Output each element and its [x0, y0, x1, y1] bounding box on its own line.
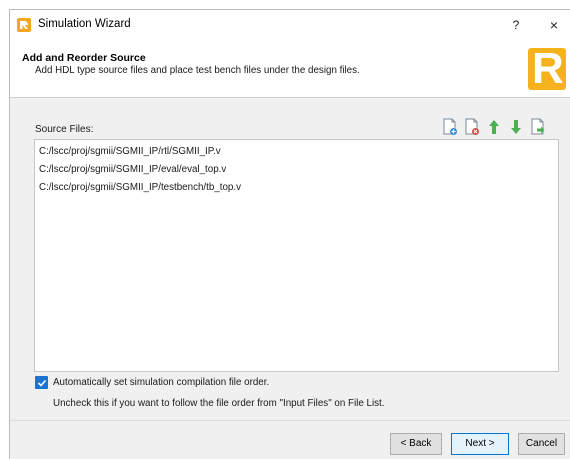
- remove-file-icon[interactable]: [464, 118, 480, 136]
- auto-order-hint: Uncheck this if you want to follow the f…: [53, 398, 385, 409]
- title-bar: Simulation Wizard ? ×: [10, 10, 570, 40]
- source-files-label: Source Files:: [35, 124, 94, 135]
- move-down-icon[interactable]: [508, 118, 524, 136]
- list-item[interactable]: C:/lscc/proj/sgmii/SGMII_IP/rtl/SGMII_IP…: [39, 146, 221, 157]
- footer-divider: [10, 420, 570, 421]
- close-button[interactable]: ×: [545, 16, 563, 34]
- cancel-button[interactable]: Cancel: [518, 433, 565, 455]
- list-item[interactable]: C:/lscc/proj/sgmii/SGMII_IP/eval/eval_to…: [39, 164, 226, 175]
- wizard-header: Add and Reorder Source Add HDL type sour…: [10, 40, 570, 98]
- move-up-icon[interactable]: [486, 118, 502, 136]
- add-file-icon[interactable]: [442, 118, 458, 136]
- window-title: Simulation Wizard: [38, 18, 131, 30]
- list-item[interactable]: C:/lscc/proj/sgmii/SGMII_IP/testbench/tb…: [39, 182, 241, 193]
- help-button[interactable]: ?: [507, 16, 525, 34]
- next-button[interactable]: Next >: [451, 433, 509, 455]
- logo-letter: R: [532, 48, 564, 90]
- app-icon: [17, 18, 31, 32]
- import-file-icon[interactable]: [530, 118, 546, 136]
- page-subtitle: Add HDL type source files and place test…: [35, 65, 360, 76]
- logo-icon: R: [528, 48, 566, 90]
- page-title: Add and Reorder Source: [22, 52, 146, 64]
- simulation-wizard-dialog: Simulation Wizard ? × Add and Reorder So…: [9, 9, 570, 459]
- auto-order-label[interactable]: Automatically set simulation compilation…: [53, 377, 269, 388]
- auto-order-checkbox[interactable]: [35, 376, 48, 389]
- source-files-list[interactable]: C:/lscc/proj/sgmii/SGMII_IP/rtl/SGMII_IP…: [34, 139, 559, 372]
- back-button[interactable]: < Back: [390, 433, 442, 455]
